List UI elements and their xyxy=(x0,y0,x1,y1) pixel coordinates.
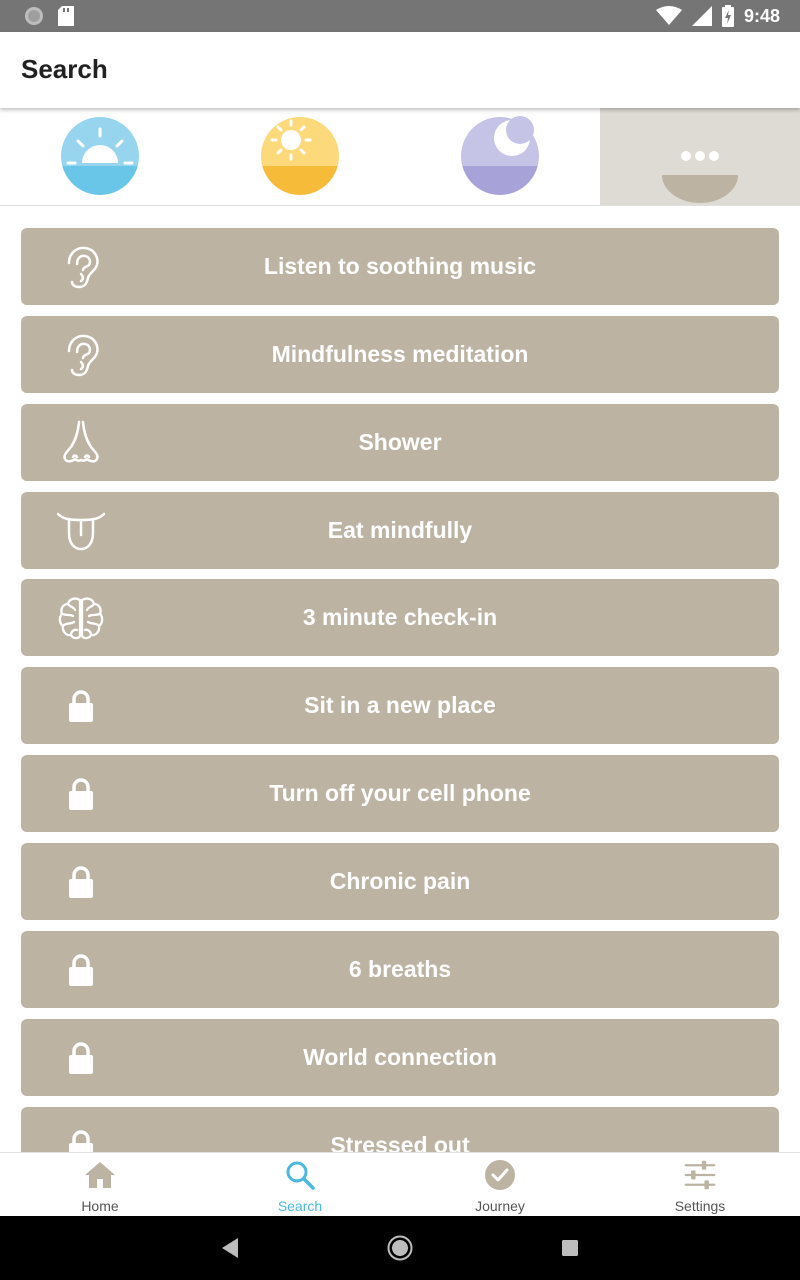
notification-dot-icon xyxy=(25,7,43,25)
app-bar: Search xyxy=(0,32,800,108)
list-item-label: Turn off your cell phone xyxy=(269,780,531,806)
moon-icon xyxy=(461,116,539,195)
nav-journey[interactable]: Journey xyxy=(400,1153,600,1217)
status-bar: 9:48 xyxy=(0,0,800,32)
nav-search[interactable]: Search xyxy=(200,1153,400,1217)
nav-home[interactable]: Home xyxy=(0,1153,200,1217)
battery-charging-icon xyxy=(721,5,734,27)
list-item-label: Chronic pain xyxy=(329,868,471,894)
tab-sunrise[interactable] xyxy=(0,108,200,205)
tab-day[interactable] xyxy=(200,108,400,205)
more-dots-icon xyxy=(662,151,738,203)
status-time: 9:48 xyxy=(743,5,780,26)
sunrise-icon xyxy=(61,117,139,195)
search-icon xyxy=(286,1161,315,1190)
sun-icon xyxy=(261,117,339,195)
recents-icon[interactable] xyxy=(561,1239,579,1257)
list-item-label: Listen to soothing music xyxy=(263,253,537,279)
wifi-icon xyxy=(655,6,682,25)
status-left xyxy=(24,6,74,26)
bottom-nav: Home Search Journey Settings xyxy=(0,1152,800,1216)
activity-list: Listen to soothing music Mindfulness med… xyxy=(0,206,800,1152)
screen: 9:48 Search Listen to soothing music Min… xyxy=(0,0,800,1280)
list-item[interactable]: Turn off your cell phone xyxy=(21,755,779,832)
nav-settings-label: Settings xyxy=(674,1198,726,1214)
sliders-icon xyxy=(684,1160,716,1190)
list-item-label: 6 breaths xyxy=(348,956,452,982)
list-item[interactable]: Mindfulness meditation xyxy=(21,316,779,393)
list-item[interactable]: Listen to soothing music xyxy=(21,228,779,305)
list-item[interactable]: Eat mindfully xyxy=(21,492,779,569)
list-item[interactable]: Chronic pain xyxy=(21,843,779,920)
list-item[interactable]: World connection xyxy=(21,1019,779,1096)
sd-card-icon xyxy=(58,6,74,26)
home-circle-icon[interactable] xyxy=(387,1235,413,1261)
list-item-label: Sit in a new place xyxy=(304,692,496,718)
list-item-label: Stressed out xyxy=(330,1132,470,1152)
time-of-day-tabs xyxy=(0,108,800,206)
list-item-label: Shower xyxy=(358,429,442,455)
list-item[interactable]: Sit in a new place xyxy=(21,667,779,744)
list-item[interactable]: Stressed out xyxy=(21,1107,779,1152)
list-item-label: 3 minute check-in xyxy=(302,604,498,630)
page-title: Search xyxy=(21,54,108,84)
checkmark-circle-icon xyxy=(485,1160,515,1190)
home-icon xyxy=(85,1162,115,1188)
nav-home-label: Home xyxy=(81,1198,119,1214)
list-item-label: World connection xyxy=(303,1044,497,1070)
status-right: 9:48 xyxy=(655,4,780,28)
nav-settings[interactable]: Settings xyxy=(600,1153,800,1217)
nav-search-label: Search xyxy=(277,1198,323,1214)
list-item[interactable]: 3 minute check-in xyxy=(21,579,779,656)
cell-signal-icon xyxy=(691,6,712,26)
list-item[interactable]: 6 breaths xyxy=(21,931,779,1008)
tab-more[interactable] xyxy=(600,108,800,205)
list-item[interactable]: Shower xyxy=(21,404,779,481)
list-item-label: Eat mindfully xyxy=(327,517,473,543)
system-nav-bar xyxy=(0,1216,800,1280)
nav-journey-label: Journey xyxy=(475,1198,525,1214)
list-item-label: Mindfulness meditation xyxy=(271,341,529,367)
back-icon[interactable] xyxy=(220,1236,240,1260)
tab-night[interactable] xyxy=(400,108,600,205)
